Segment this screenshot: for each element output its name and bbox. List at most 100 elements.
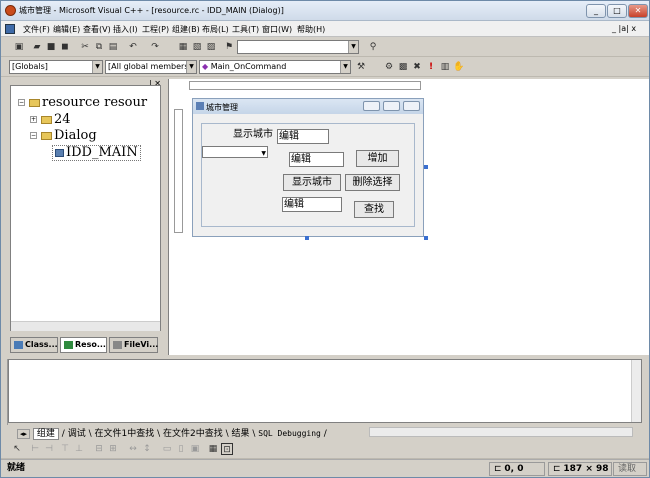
resize-handle-bottom[interactable] [305, 236, 309, 240]
find-button[interactable]: 查找 [354, 201, 394, 218]
edit-add[interactable]: 编辑 [289, 152, 344, 167]
tree-hscrollbar[interactable] [11, 321, 160, 331]
toggle-guides-icon[interactable]: ⊡ [221, 443, 233, 455]
output-tabs: ◂▸ 组建 / 调试 \ 在文件1中查找 \ 在文件2中查找 \ 结果 \ SQ… [17, 426, 327, 440]
open-folder-icon[interactable]: ▰ [31, 41, 43, 53]
output-window[interactable] [8, 359, 642, 423]
align-right-icon[interactable]: ⊣ [43, 443, 55, 455]
cut-icon[interactable]: ✂ [79, 41, 91, 53]
menu-edit[interactable]: 编辑(E) [53, 24, 80, 35]
horizontal-ruler[interactable] [189, 81, 421, 90]
align-bottom-icon[interactable]: ⊥ [73, 443, 85, 455]
globals-combo[interactable]: [Globals] ▼ [9, 60, 103, 74]
expand-icon[interactable]: + [30, 116, 37, 123]
dialog-preview[interactable]: 城市管理 显示城市 编辑 ▼ 编辑 增加 显示城市 删除选择 编辑 查找 [192, 98, 424, 237]
dialog-title-bar: 城市管理 [193, 99, 423, 114]
status-read: 读取 [613, 462, 647, 476]
tab-classview[interactable]: Class... [10, 337, 58, 353]
pointer-tool-icon[interactable]: ↖ [11, 443, 23, 455]
menu-insert[interactable]: 插入(I) [113, 24, 138, 35]
make-same-size-icon[interactable]: ▣ [189, 443, 201, 455]
document-icon[interactable] [5, 24, 15, 34]
window-list-icon[interactable]: ▨ [205, 41, 217, 53]
tree-node-root[interactable]: resource resour [29, 96, 147, 110]
center-horizontal-icon[interactable]: ⊞ [107, 443, 119, 455]
tab-scroll-arrows[interactable]: ◂▸ [17, 429, 31, 439]
menu-layout[interactable]: 布局(L) [202, 24, 229, 35]
members-combo[interactable]: [All global members ▼ [105, 60, 197, 74]
copy-icon[interactable]: ⧉ [93, 41, 105, 53]
make-same-height-icon[interactable]: ▯ [175, 443, 187, 455]
fileview-icon [113, 341, 122, 349]
space-down-icon[interactable]: ↕ [141, 443, 153, 455]
output-tab-build[interactable]: 组建 [32, 428, 59, 440]
output-gripper[interactable] [2, 359, 8, 425]
menu-file[interactable]: 文件(F) [23, 24, 50, 35]
standard-toolbar: ▣ ▰ ■ ◼ ✂ ⧉ ▤ ↶ ↷ ▦ ▧ ▨ ⚑ ▼ ⚲ [1, 38, 649, 57]
delete-selection-button[interactable]: 删除选择 [345, 174, 400, 191]
show-city-button[interactable]: 显示城市 [283, 174, 341, 191]
workspace-pane: _| ✕ − resource resour + 24 − Dialog IDD… [8, 79, 162, 355]
menu-view[interactable]: 查看(V) [83, 24, 111, 35]
mdi-controls[interactable]: _ |a| x [612, 24, 636, 33]
build-icon[interactable]: ▩ [397, 61, 409, 73]
status-position: ⊏ 0, 0 [489, 462, 545, 476]
toggle-grid-icon[interactable]: ▦ [207, 443, 219, 455]
menu-project[interactable]: 工程(P) [142, 24, 169, 35]
new-file-icon[interactable]: ▣ [13, 41, 25, 53]
resource-tree: − resource resour + 24 − Dialog IDD_MAIN [10, 85, 161, 331]
edit-find[interactable]: 编辑 [282, 197, 342, 212]
menu-window[interactable]: 窗口(W) [262, 24, 292, 35]
menu-build[interactable]: 组建(B) [172, 24, 200, 35]
edit-city-name[interactable]: 编辑 [277, 129, 329, 144]
output-tab-sql-debugging[interactable]: SQL Debugging [258, 429, 321, 438]
stop-build-icon[interactable]: ✖ [411, 61, 423, 73]
align-top-icon[interactable]: ⊤ [59, 443, 71, 455]
output-tab-results[interactable]: 结果 [231, 429, 249, 439]
function-combo[interactable]: ◆ Main_OnCommand ▼ [199, 60, 351, 74]
menu-tools[interactable]: 工具(T) [232, 24, 259, 35]
compile-icon[interactable]: ⚙ [383, 61, 395, 73]
make-same-width-icon[interactable]: ▭ [161, 443, 173, 455]
add-button[interactable]: 增加 [356, 150, 399, 167]
output-vscrollbar[interactable] [631, 360, 641, 422]
tree-node-24[interactable]: 24 [41, 113, 71, 127]
paste-icon[interactable]: ▤ [107, 41, 119, 53]
dialog-resource-icon [55, 148, 64, 157]
align-left-icon[interactable]: ⊢ [29, 443, 41, 455]
space-across-icon[interactable]: ↔ [127, 443, 139, 455]
output-hscrollbar[interactable] [369, 427, 633, 437]
redo-icon[interactable]: ↷ [149, 41, 161, 53]
output-window-icon[interactable]: ▧ [191, 41, 203, 53]
output-tab-find1[interactable]: 在文件1中查找 [94, 429, 154, 439]
collapse-icon[interactable]: − [18, 99, 25, 106]
wizard-action-icon[interactable]: ⚒ [355, 61, 367, 73]
vertical-ruler[interactable] [174, 109, 183, 233]
undo-icon[interactable]: ↶ [127, 41, 139, 53]
tree-node-idd-main[interactable]: IDD_MAIN [52, 145, 141, 161]
tab-fileview[interactable]: FileVi... [109, 337, 158, 353]
find-combo[interactable]: ▼ [237, 40, 359, 54]
save-icon[interactable]: ■ [45, 41, 57, 53]
find-icon[interactable]: ⚲ [367, 41, 379, 53]
workspace-icon[interactable]: ▦ [177, 41, 189, 53]
collapse-icon[interactable]: − [30, 132, 37, 139]
resize-handle-corner[interactable] [424, 236, 428, 240]
resize-handle-right[interactable] [424, 165, 428, 169]
find-in-files-icon[interactable]: ⚑ [223, 41, 235, 53]
breakpoint-icon[interactable]: ✋ [453, 61, 465, 73]
close-button[interactable]: ✕ [628, 4, 648, 18]
maximize-button[interactable]: □ [607, 4, 627, 18]
output-tab-debug[interactable]: 调试 [68, 429, 86, 439]
center-vertical-icon[interactable]: ⊟ [93, 443, 105, 455]
go-icon[interactable]: ▥ [439, 61, 451, 73]
save-all-icon[interactable]: ◼ [59, 41, 71, 53]
tree-node-dialog[interactable]: Dialog [41, 129, 97, 143]
status-bar: 就绪 ⊏ 0, 0 ⊏ 187 × 98 读取 [1, 459, 649, 477]
menu-help[interactable]: 帮助(H) [297, 24, 325, 35]
city-combo[interactable]: ▼ [202, 146, 268, 158]
execute-icon[interactable]: ! [425, 61, 437, 73]
tab-resourceview[interactable]: Reso... [60, 337, 107, 353]
output-tab-find2[interactable]: 在文件2中查找 [163, 429, 223, 439]
minimize-button[interactable]: _ [586, 4, 606, 18]
